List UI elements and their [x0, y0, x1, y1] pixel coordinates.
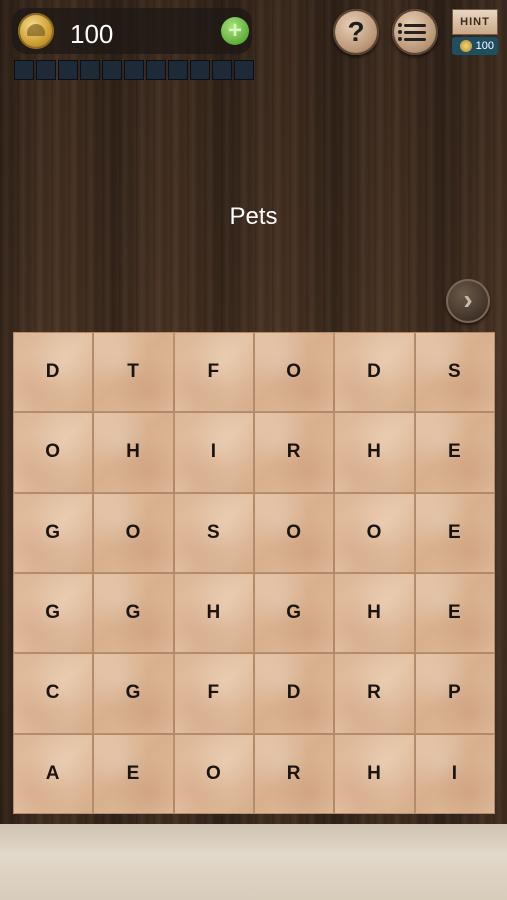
hint-cost: 100 — [452, 37, 498, 55]
letter-tile[interactable]: E — [414, 412, 495, 493]
letter-tile[interactable]: E — [93, 733, 174, 814]
letter-grid: DTFODSOHIRHEGOSOOEGGHGHECGFDRPAEORHI — [13, 332, 495, 814]
letter-tile[interactable]: O — [334, 492, 415, 573]
letter-tile[interactable]: O — [254, 492, 335, 573]
letter-tile[interactable]: G — [93, 573, 174, 654]
progress-slot — [58, 60, 78, 80]
menu-icon — [398, 20, 426, 45]
letter-tile[interactable]: F — [173, 653, 254, 734]
letter-tile[interactable]: H — [93, 412, 174, 493]
letter-tile[interactable]: D — [254, 653, 335, 734]
chevron-right-icon: › — [463, 284, 473, 315]
progress-slot — [124, 60, 144, 80]
coin-icon — [18, 13, 54, 49]
next-level-button[interactable]: › — [446, 279, 490, 323]
level-progress-bar — [14, 60, 254, 80]
category-title: Pets — [229, 203, 278, 230]
progress-slot — [234, 60, 254, 80]
progress-slot — [212, 60, 232, 80]
letter-tile[interactable]: O — [93, 492, 174, 573]
letter-tile[interactable]: R — [254, 412, 335, 493]
letter-tile[interactable]: H — [334, 733, 415, 814]
letter-tile[interactable]: G — [254, 573, 335, 654]
letter-tile[interactable]: G — [13, 573, 94, 654]
answer-panel — [0, 824, 507, 900]
hint-button[interactable]: HINT 100 — [452, 9, 498, 57]
letter-tile[interactable]: H — [334, 412, 415, 493]
letter-tile[interactable]: I — [173, 412, 254, 493]
letter-tile[interactable]: D — [13, 332, 94, 413]
letter-tile[interactable]: O — [254, 332, 335, 413]
letter-tile[interactable]: R — [254, 733, 335, 814]
letter-tile[interactable]: A — [13, 733, 94, 814]
letter-tile[interactable]: I — [414, 733, 495, 814]
coin-count: 100 — [70, 19, 114, 49]
progress-slot — [102, 60, 122, 80]
hint-label: HINT — [452, 9, 498, 35]
progress-slot — [14, 60, 34, 80]
letter-tile[interactable]: P — [414, 653, 495, 734]
letter-tile[interactable]: R — [334, 653, 415, 734]
letter-tile[interactable]: E — [414, 573, 495, 654]
letter-tile[interactable]: E — [414, 492, 495, 573]
letter-tile[interactable]: O — [173, 733, 254, 814]
coin-balance-bar: 100 + — [12, 8, 252, 54]
letter-tile[interactable]: H — [173, 573, 254, 654]
letter-tile[interactable]: G — [93, 653, 174, 734]
letter-tile[interactable]: S — [414, 332, 495, 413]
letter-tile[interactable]: H — [334, 573, 415, 654]
coin-icon — [459, 40, 472, 52]
progress-slot — [168, 60, 188, 80]
letter-tile[interactable]: D — [334, 332, 415, 413]
buy-coins-button[interactable]: + — [221, 17, 249, 45]
letter-tile[interactable]: G — [13, 492, 94, 573]
letter-tile[interactable]: F — [173, 332, 254, 413]
progress-slot — [80, 60, 100, 80]
progress-slot — [36, 60, 56, 80]
letter-tile[interactable]: S — [173, 492, 254, 573]
letter-tile[interactable]: O — [13, 412, 94, 493]
letter-tile[interactable]: C — [13, 653, 94, 734]
help-button[interactable]: ? — [333, 9, 379, 55]
progress-slot — [190, 60, 210, 80]
question-icon: ? — [347, 16, 365, 47]
letter-tile[interactable]: T — [93, 332, 174, 413]
menu-button[interactable] — [392, 9, 438, 55]
progress-slot — [146, 60, 166, 80]
hint-cost-value: 100 — [475, 40, 494, 52]
